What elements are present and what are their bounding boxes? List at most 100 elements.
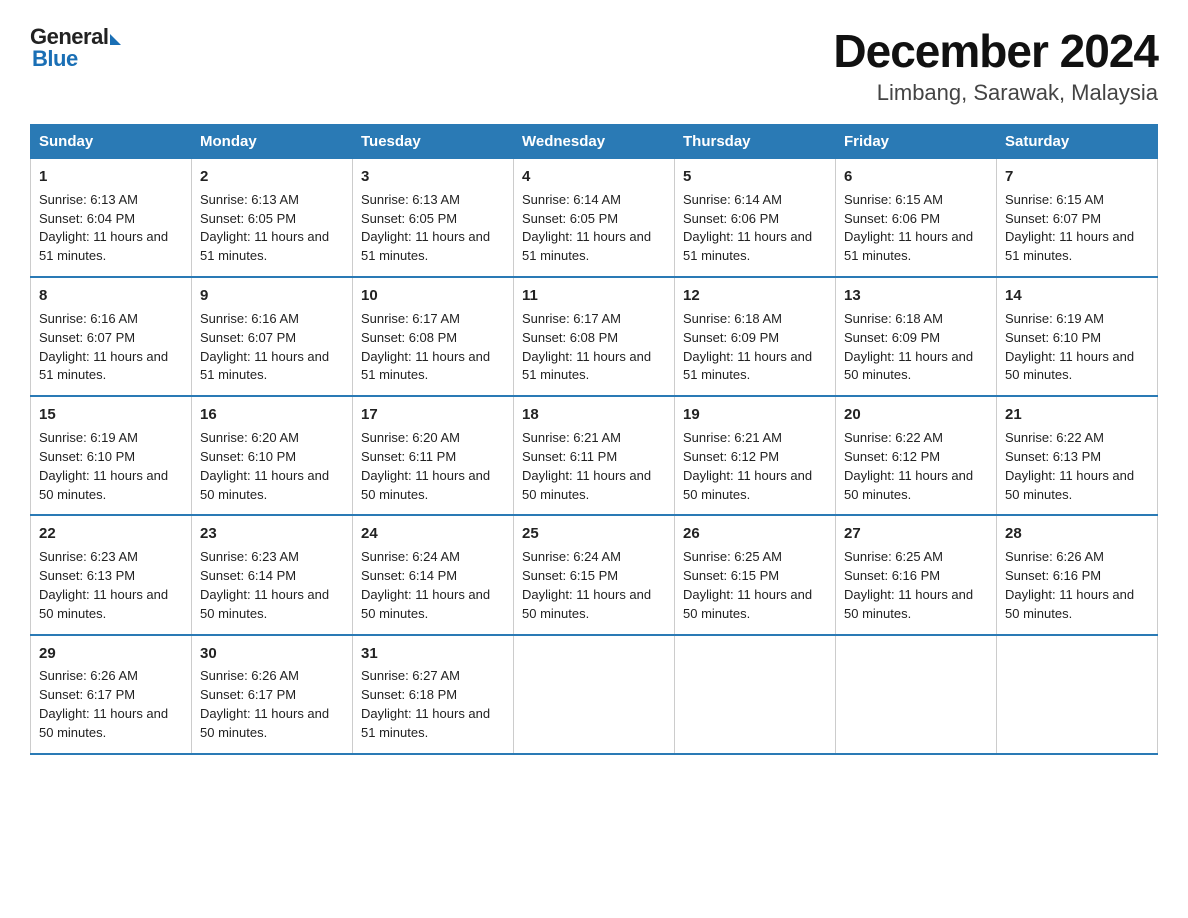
day-number: 13 (844, 285, 988, 307)
day-info: Sunrise: 6:24 AMSunset: 6:14 PMDaylight:… (361, 549, 490, 621)
calendar-cell: 9 Sunrise: 6:16 AMSunset: 6:07 PMDaylight… (192, 277, 353, 396)
day-number: 20 (844, 404, 988, 426)
day-info: Sunrise: 6:26 AMSunset: 6:16 PMDaylight:… (1005, 549, 1134, 621)
week-row-2: 8 Sunrise: 6:16 AMSunset: 6:07 PMDaylight… (31, 277, 1158, 396)
calendar-cell: 25Sunrise: 6:24 AMSunset: 6:15 PMDayligh… (514, 515, 675, 634)
day-number: 9 (200, 285, 344, 307)
calendar-cell: 11 Sunrise: 6:17 AMSunset: 6:08 PMDayligh… (514, 277, 675, 396)
day-info: Sunrise: 6:21 AMSunset: 6:11 PMDaylight:… (522, 430, 651, 502)
week-row-4: 22 Sunrise: 6:23 AMSunset: 6:13 PMDayligh… (31, 515, 1158, 634)
title-block: December 2024 Limbang, Sarawak, Malaysia (833, 24, 1158, 106)
day-info: Sunrise: 6:26 AMSunset: 6:17 PMDaylight:… (200, 668, 329, 740)
day-info: Sunrise: 6:25 AMSunset: 6:15 PMDaylight:… (683, 549, 812, 621)
week-row-3: 15 Sunrise: 6:19 AMSunset: 6:10 PMDayligh… (31, 396, 1158, 515)
day-info: Sunrise: 6:17 AMSunset: 6:08 PMDaylight:… (361, 311, 490, 383)
day-number: 8 (39, 285, 183, 307)
calendar-cell: 14 Sunrise: 6:19 AMSunset: 6:10 PMDayligh… (997, 277, 1158, 396)
calendar-cell: 30 Sunrise: 6:26 AMSunset: 6:17 PMDayligh… (192, 635, 353, 754)
day-number: 10 (361, 285, 505, 307)
day-info: Sunrise: 6:16 AMSunset: 6:07 PMDaylight:… (39, 311, 168, 383)
day-number: 26 (683, 523, 827, 545)
calendar-cell: 22 Sunrise: 6:23 AMSunset: 6:13 PMDayligh… (31, 515, 192, 634)
day-number: 4 (522, 166, 666, 188)
calendar-header: SundayMondayTuesdayWednesdayThursdayFrid… (31, 125, 1158, 159)
day-info: Sunrise: 6:22 AMSunset: 6:12 PMDaylight:… (844, 430, 973, 502)
week-row-1: 1Sunrise: 6:13 AMSunset: 6:04 PMDaylight… (31, 159, 1158, 278)
calendar-cell: 18 Sunrise: 6:21 AMSunset: 6:11 PMDayligh… (514, 396, 675, 515)
day-info: Sunrise: 6:18 AMSunset: 6:09 PMDaylight:… (844, 311, 973, 383)
day-info: Sunrise: 6:14 AMSunset: 6:05 PMDaylight:… (522, 192, 651, 264)
calendar-cell: 27 Sunrise: 6:25 AMSunset: 6:16 PMDayligh… (836, 515, 997, 634)
day-number: 12 (683, 285, 827, 307)
day-number: 28 (1005, 523, 1149, 545)
day-number: 6 (844, 166, 988, 188)
header-wednesday: Wednesday (514, 125, 675, 159)
day-number: 2 (200, 166, 344, 188)
header-tuesday: Tuesday (353, 125, 514, 159)
day-number: 19 (683, 404, 827, 426)
day-info: Sunrise: 6:15 AMSunset: 6:06 PMDaylight:… (844, 192, 973, 264)
day-number: 18 (522, 404, 666, 426)
header-monday: Monday (192, 125, 353, 159)
day-number: 1 (39, 166, 183, 188)
day-info: Sunrise: 6:18 AMSunset: 6:09 PMDaylight:… (683, 311, 812, 383)
logo-arrow-icon (110, 34, 121, 45)
day-number: 5 (683, 166, 827, 188)
calendar-cell: 29 Sunrise: 6:26 AMSunset: 6:17 PMDayligh… (31, 635, 192, 754)
calendar-cell (675, 635, 836, 754)
calendar-cell: 21Sunrise: 6:22 AMSunset: 6:13 PMDayligh… (997, 396, 1158, 515)
day-number: 31 (361, 643, 505, 665)
day-number: 30 (200, 643, 344, 665)
calendar-cell (514, 635, 675, 754)
day-info: Sunrise: 6:22 AMSunset: 6:13 PMDaylight:… (1005, 430, 1134, 502)
day-info: Sunrise: 6:20 AMSunset: 6:10 PMDaylight:… (200, 430, 329, 502)
calendar-cell: 1Sunrise: 6:13 AMSunset: 6:04 PMDaylight… (31, 159, 192, 278)
calendar-cell: 5 Sunrise: 6:14 AMSunset: 6:06 PMDaylight… (675, 159, 836, 278)
calendar-table: SundayMondayTuesdayWednesdayThursdayFrid… (30, 124, 1158, 755)
day-info: Sunrise: 6:16 AMSunset: 6:07 PMDaylight:… (200, 311, 329, 383)
day-info: Sunrise: 6:19 AMSunset: 6:10 PMDaylight:… (39, 430, 168, 502)
calendar-cell: 3Sunrise: 6:13 AMSunset: 6:05 PMDaylight… (353, 159, 514, 278)
calendar-cell (836, 635, 997, 754)
day-number: 17 (361, 404, 505, 426)
day-info: Sunrise: 6:15 AMSunset: 6:07 PMDaylight:… (1005, 192, 1134, 264)
day-number: 3 (361, 166, 505, 188)
week-row-5: 29 Sunrise: 6:26 AMSunset: 6:17 PMDayligh… (31, 635, 1158, 754)
calendar-cell: 19 Sunrise: 6:21 AMSunset: 6:12 PMDayligh… (675, 396, 836, 515)
logo: General Blue (30, 24, 121, 72)
day-number: 29 (39, 643, 183, 665)
calendar-cell: 13 Sunrise: 6:18 AMSunset: 6:09 PMDayligh… (836, 277, 997, 396)
day-info: Sunrise: 6:21 AMSunset: 6:12 PMDaylight:… (683, 430, 812, 502)
day-number: 23 (200, 523, 344, 545)
calendar-cell: 24 Sunrise: 6:24 AMSunset: 6:14 PMDayligh… (353, 515, 514, 634)
header-friday: Friday (836, 125, 997, 159)
day-number: 14 (1005, 285, 1149, 307)
day-number: 15 (39, 404, 183, 426)
calendar-cell: 10 Sunrise: 6:17 AMSunset: 6:08 PMDayligh… (353, 277, 514, 396)
calendar-body: 1Sunrise: 6:13 AMSunset: 6:04 PMDaylight… (31, 159, 1158, 754)
day-info: Sunrise: 6:14 AMSunset: 6:06 PMDaylight:… (683, 192, 812, 264)
calendar-cell: 26 Sunrise: 6:25 AMSunset: 6:15 PMDayligh… (675, 515, 836, 634)
day-info: Sunrise: 6:20 AMSunset: 6:11 PMDaylight:… (361, 430, 490, 502)
day-number: 27 (844, 523, 988, 545)
header-thursday: Thursday (675, 125, 836, 159)
day-info: Sunrise: 6:17 AMSunset: 6:08 PMDaylight:… (522, 311, 651, 383)
day-number: 25 (522, 523, 666, 545)
calendar-cell: 8 Sunrise: 6:16 AMSunset: 6:07 PMDaylight… (31, 277, 192, 396)
calendar-cell: 31Sunrise: 6:27 AMSunset: 6:18 PMDayligh… (353, 635, 514, 754)
calendar-cell: 4 Sunrise: 6:14 AMSunset: 6:05 PMDaylight… (514, 159, 675, 278)
calendar-cell: 16 Sunrise: 6:20 AMSunset: 6:10 PMDayligh… (192, 396, 353, 515)
day-info: Sunrise: 6:25 AMSunset: 6:16 PMDaylight:… (844, 549, 973, 621)
header-sunday: Sunday (31, 125, 192, 159)
day-info: Sunrise: 6:23 AMSunset: 6:13 PMDaylight:… (39, 549, 168, 621)
day-number: 11 (522, 285, 666, 307)
page-header: General Blue December 2024 Limbang, Sara… (30, 24, 1158, 106)
day-info: Sunrise: 6:26 AMSunset: 6:17 PMDaylight:… (39, 668, 168, 740)
day-number: 16 (200, 404, 344, 426)
day-number: 24 (361, 523, 505, 545)
day-number: 22 (39, 523, 183, 545)
calendar-cell: 28 Sunrise: 6:26 AMSunset: 6:16 PMDayligh… (997, 515, 1158, 634)
calendar-cell: 15 Sunrise: 6:19 AMSunset: 6:10 PMDayligh… (31, 396, 192, 515)
day-info: Sunrise: 6:13 AMSunset: 6:05 PMDaylight:… (200, 192, 329, 264)
day-info: Sunrise: 6:19 AMSunset: 6:10 PMDaylight:… (1005, 311, 1134, 383)
